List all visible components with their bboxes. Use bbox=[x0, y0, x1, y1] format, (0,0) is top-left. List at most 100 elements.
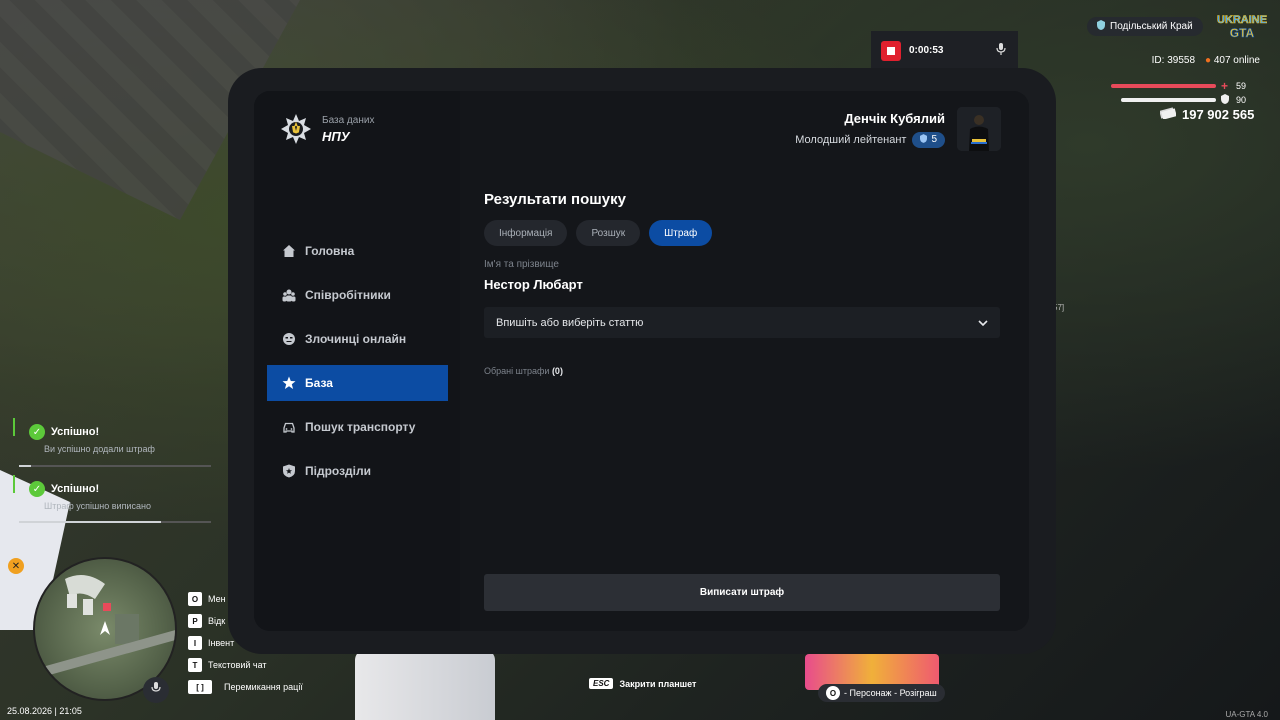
player-id-line: ID: 39558 ● 407 online bbox=[1152, 55, 1260, 66]
check-icon: ✓ bbox=[29, 424, 45, 440]
region-shield-icon bbox=[1097, 20, 1105, 33]
background-car-hood bbox=[355, 650, 495, 720]
notification: ✓ Успішно! Штраф успішно виписано bbox=[13, 475, 213, 511]
key-label: Відк bbox=[208, 616, 226, 626]
notification: ✓ Успішно! Ви успішно додали штраф bbox=[13, 418, 213, 454]
microphone-button[interactable] bbox=[143, 677, 169, 703]
microphone-icon bbox=[151, 681, 161, 699]
key-label: Мен bbox=[208, 594, 226, 604]
home-icon bbox=[283, 245, 295, 257]
armor-value: 90 bbox=[1236, 95, 1247, 105]
sidebar-item-database[interactable]: База bbox=[267, 365, 448, 401]
close-tablet-label: Закрити планшет bbox=[619, 678, 697, 689]
selected-fines-label: Обрані штрафи bbox=[484, 366, 550, 376]
name-label: Ім'я та прізвище bbox=[484, 259, 559, 270]
notification-progress-fill bbox=[19, 521, 161, 523]
tab-information[interactable]: Інформація bbox=[484, 220, 568, 246]
sidebar-item-home[interactable]: Головна bbox=[267, 233, 448, 269]
promo-key: O bbox=[826, 686, 840, 700]
profile-rank: Молодший лейтенант bbox=[795, 133, 907, 146]
promo-text: - Персонаж - Розіграш bbox=[844, 688, 937, 698]
key-label: Перемикання рації bbox=[224, 682, 303, 692]
sidebar-item-units[interactable]: Підрозділи bbox=[267, 453, 448, 489]
wrench-icon: ✕ bbox=[8, 558, 24, 574]
health-icon: + bbox=[1221, 79, 1229, 93]
avatar bbox=[957, 107, 1001, 151]
promo-label: O - Персонаж - Розіграш bbox=[818, 684, 945, 702]
profile-name: Денчік Кубялий bbox=[844, 110, 945, 126]
notification-title: Успішно! bbox=[51, 426, 100, 438]
chevron-down-icon bbox=[978, 317, 988, 329]
recording-widget: 0:00:53 bbox=[871, 31, 1018, 70]
stop-record-icon[interactable] bbox=[881, 40, 901, 61]
rank-level: 5 bbox=[931, 134, 937, 145]
microphone-icon[interactable] bbox=[996, 43, 1006, 58]
sidebar-item-label: Співробітники bbox=[305, 288, 391, 302]
key-hints: O Мен P Відк I Інвент T Текстовий чат [ ] Пер… bbox=[188, 588, 303, 698]
key: I bbox=[188, 636, 202, 650]
profile: Денчік Кубялий Молодший лейтенант 5 bbox=[795, 107, 1001, 151]
key-hint: O Мен bbox=[188, 588, 303, 610]
brand-title: НПУ bbox=[322, 128, 350, 144]
sidebar-item-employees[interactable]: Співробітники bbox=[267, 277, 448, 313]
esc-key: ESC bbox=[589, 678, 614, 689]
key-hint: P Відк bbox=[188, 610, 303, 632]
svg-text:GTA: GTA bbox=[1230, 26, 1255, 40]
tab-wanted[interactable]: Розшук bbox=[576, 220, 641, 246]
key: T bbox=[188, 658, 202, 672]
region-badge: Подільський Край bbox=[1087, 17, 1203, 36]
health-bar bbox=[1111, 84, 1216, 88]
online-dot-icon: ● bbox=[1205, 55, 1212, 66]
online-count: 407 online bbox=[1213, 55, 1260, 66]
rank-badge: 5 bbox=[912, 131, 945, 148]
close-tablet-hint: ESC Закрити планшет bbox=[589, 678, 696, 689]
page-title: Результати пошуку bbox=[484, 191, 626, 208]
star-icon bbox=[282, 376, 296, 389]
key: O bbox=[188, 592, 202, 606]
article-select[interactable]: Впишіть або виберіть статтю bbox=[484, 307, 1000, 338]
key-hint: [ ] Перемикання рації bbox=[188, 676, 303, 698]
region-name: Подільський Край bbox=[1110, 21, 1193, 32]
article-select-placeholder: Впишіть або виберіть статтю bbox=[496, 316, 644, 329]
selected-fines-count: (0) bbox=[551, 366, 563, 376]
notification-text: Ви успішно додали штраф bbox=[44, 444, 155, 454]
result-tabs: Інформація Розшук Штраф bbox=[484, 220, 713, 246]
key-hint: T Текстовий чат bbox=[188, 654, 303, 676]
game-logo-icon: UKRAINE GTA bbox=[1217, 14, 1268, 40]
notification-accent bbox=[13, 475, 15, 493]
sidebar-item-label: Головна bbox=[305, 244, 355, 258]
svg-text:UKRAINE: UKRAINE bbox=[1217, 14, 1267, 26]
health-value: 59 bbox=[1236, 81, 1247, 91]
sidebar-item-criminals[interactable]: Злочинці онлайн bbox=[267, 321, 448, 357]
brand: База даних НПУ bbox=[280, 113, 374, 145]
selected-fines: Обрані штрафи (0) bbox=[484, 366, 563, 376]
sidebar-item-label: Підрозділи bbox=[305, 464, 371, 478]
sidebar-item-vehicle-search[interactable]: Пошук транспорту bbox=[267, 409, 448, 445]
record-timer: 0:00:53 bbox=[909, 45, 944, 56]
money-value: 197 902 565 bbox=[1182, 107, 1255, 122]
issue-fine-button[interactable]: Виписати штраф bbox=[484, 574, 1000, 611]
sidebar-nav: Головна Співробітники Злочинці онлайн Ба… bbox=[267, 233, 448, 497]
people-icon bbox=[282, 289, 296, 302]
sidebar-item-label: Пошук транспорту bbox=[305, 420, 416, 434]
shield-icon bbox=[283, 464, 295, 478]
key: P bbox=[188, 614, 202, 628]
notification-text: Штраф успішно виписано bbox=[44, 501, 151, 511]
brand-subtitle: База даних bbox=[322, 114, 375, 126]
name-value: Нестор Любарт bbox=[484, 277, 583, 292]
content-panel bbox=[460, 91, 1029, 631]
sidebar-item-label: Злочинці онлайн bbox=[305, 332, 407, 346]
notification-progress-fill bbox=[19, 465, 31, 467]
notification-progress bbox=[19, 465, 211, 467]
notification-accent bbox=[13, 418, 15, 436]
check-icon: ✓ bbox=[29, 481, 45, 497]
sidebar-item-label: База bbox=[305, 376, 333, 390]
criminal-icon bbox=[283, 333, 295, 345]
money-display: 197 902 565 bbox=[1159, 107, 1255, 122]
tablet-screen: База даних НПУ Денчік Кубялий Молодший л… bbox=[254, 91, 1029, 631]
tab-fine[interactable]: Штраф bbox=[649, 220, 713, 246]
version-label: UA-GTA 4.0 bbox=[1225, 710, 1268, 719]
car-icon bbox=[283, 422, 295, 433]
date-time: 25.08.2026 | 21:05 bbox=[7, 706, 82, 716]
player-id: ID: 39558 bbox=[1151, 55, 1196, 66]
